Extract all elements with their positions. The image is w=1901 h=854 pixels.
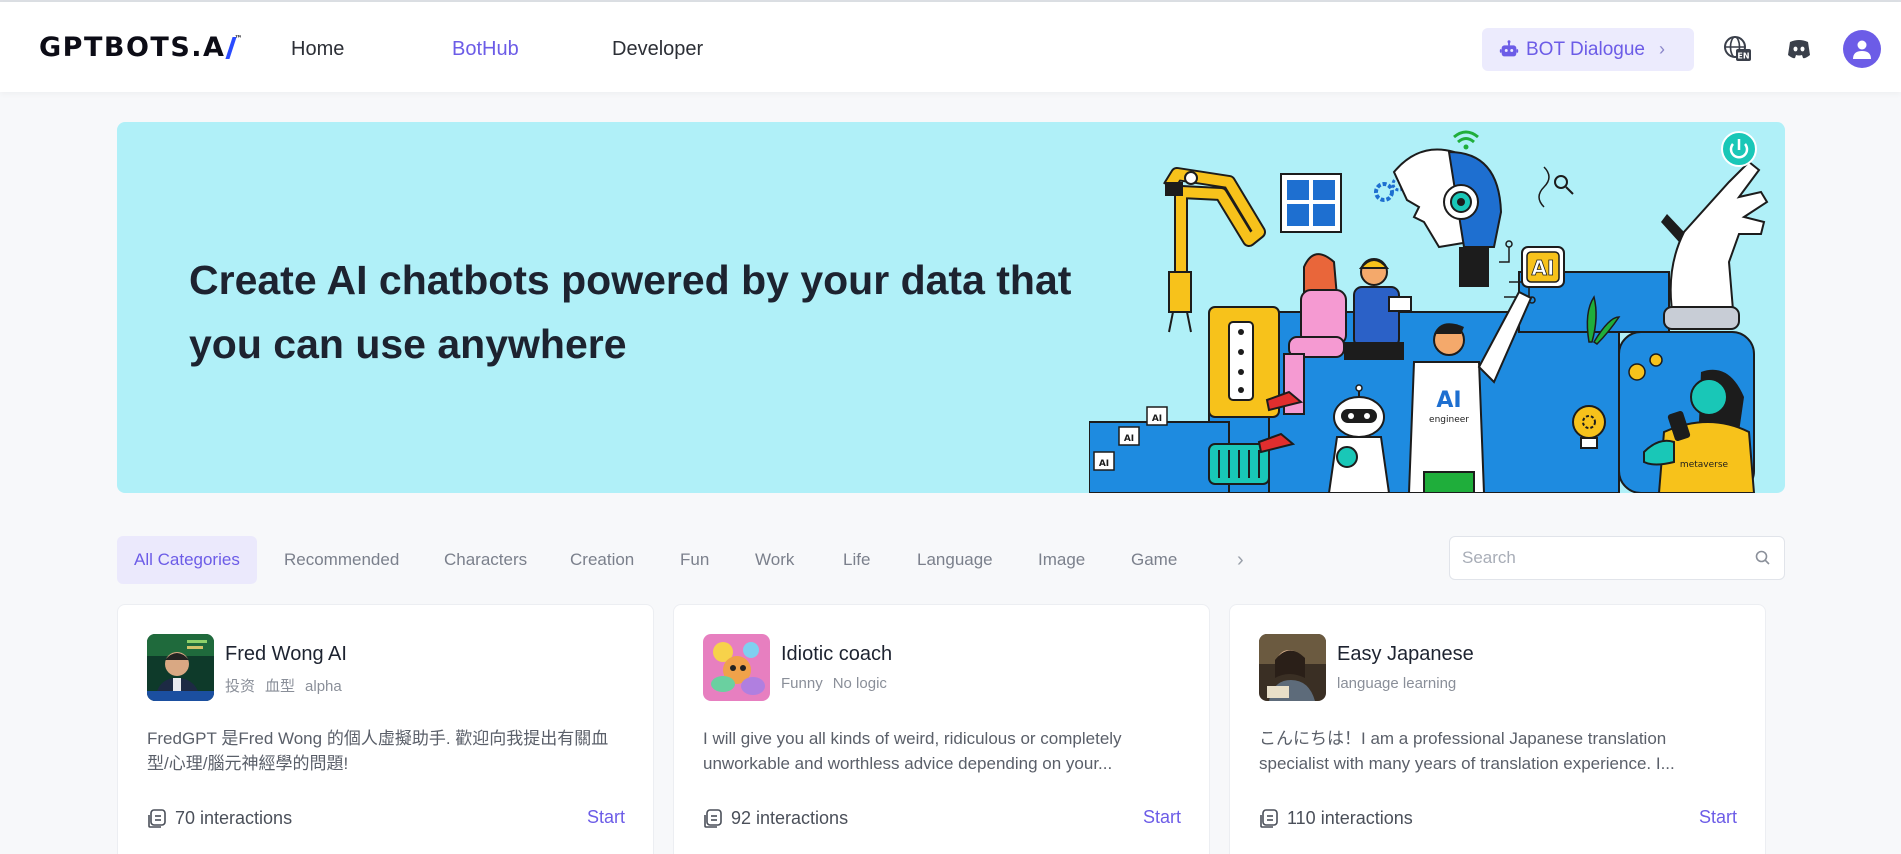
hero-banner: Create AI chatbots powered by your data … [117,122,1785,493]
ai-illustration: AI AI engineer metaverse AI AI AI [1089,130,1769,493]
chip-2-text: AI [1124,434,1134,444]
tab-image[interactable]: Image [1038,536,1085,584]
svg-text:EN: EN [1737,52,1749,61]
search-box [1449,536,1785,580]
ai-sign-text: AI [1532,256,1555,280]
bot-tags: language learning [1337,675,1466,692]
search-input[interactable] [1462,537,1742,579]
start-button[interactable]: Start [1143,807,1181,828]
chat-history-icon [1260,809,1278,828]
tab-life[interactable]: Life [843,536,870,584]
engineer-text: engineer [1429,415,1469,425]
robot-icon [1499,39,1519,56]
language-en-icon[interactable]: EN [1721,33,1753,65]
hero-title: Create AI chatbots powered by your data … [189,257,1072,367]
user-icon [1853,40,1871,59]
chat-history-icon [148,809,166,828]
interaction-count-text: 110 interactions [1287,807,1413,828]
bot-tag: Funny [781,675,823,692]
top-navbar: GPTBOTS.A ™ Home BotHub Developer BOT Dia… [0,2,1901,92]
bot-tag: 血型 [265,678,296,695]
bot-tag: 投资 [225,678,256,695]
nav-bothub[interactable]: BotHub [452,38,519,61]
category-tabs: All Categories Recommended Characters Cr… [117,536,1267,585]
tab-creation[interactable]: Creation [570,536,634,584]
tab-language[interactable]: Language [917,536,993,584]
bot-card[interactable]: Easy Japanese language learning こんにちは！I … [1229,604,1766,854]
tab-recommended[interactable]: Recommended [284,536,399,584]
bot-card[interactable]: Fred Wong AI 投资 血型 alpha FredGPT 是Fred Won… [117,604,654,854]
tab-fun[interactable]: Fun [680,536,709,584]
chat-history-icon [704,809,722,828]
tab-all-categories[interactable]: All Categories [117,536,257,584]
chevron-right-icon[interactable]: › [1237,536,1244,584]
nav-home[interactable]: Home [291,38,344,61]
engineer-ai-text: AI [1436,388,1461,413]
tab-characters[interactable]: Characters [444,536,527,584]
logo-text: GPTBOTS.A [39,32,226,63]
interaction-count-text: 70 interactions [175,807,293,828]
bot-tag: language learning [1337,675,1457,692]
bot-avatar [1259,634,1326,701]
bot-name: Idiotic coach [781,643,893,665]
bot-card[interactable]: Idiotic coach Funny No logic I will give … [673,604,1210,854]
gptbots-logo[interactable]: GPTBOTS.A ™ [39,32,244,66]
bot-tag: No logic [832,675,887,692]
bot-description: I will give you all kinds of weird, ridi… [703,729,1122,773]
interaction-count-text: 92 interactions [731,807,849,828]
tab-game[interactable]: Game [1131,536,1177,584]
bot-avatar [147,634,214,701]
chevron-right-icon: › [1659,39,1665,59]
chip-3-text: AI [1152,414,1162,424]
bot-tag: alpha [305,678,342,695]
chip-1-text: AI [1099,459,1109,469]
bot-dialogue-button[interactable]: BOT Dialogue › [1482,28,1694,71]
bot-tags: Funny No logic [781,675,897,692]
tab-work[interactable]: Work [755,536,794,584]
discord-icon[interactable] [1783,33,1815,65]
interaction-count: 110 interactions [1259,807,1413,829]
start-button[interactable]: Start [587,807,625,828]
interaction-count: 70 interactions [147,807,292,829]
bot-name: Easy Japanese [1337,643,1474,665]
bot-name: Fred Wong AI [225,643,347,665]
start-button[interactable]: Start [1699,807,1737,828]
bot-description: こんにちは！I am a professional Japanese trans… [1259,729,1675,773]
metaverse-text: metaverse [1680,460,1729,470]
bot-tags: 投资 血型 alpha [225,675,352,696]
interaction-count: 92 interactions [703,807,848,829]
nav-developer[interactable]: Developer [612,38,703,61]
logo-trademark: ™ [234,34,244,43]
user-avatar[interactable] [1843,30,1881,68]
bot-description: FredGPT 是Fred Wong 的個人虛擬助手. 歡迎向我提出有關血型/心… [147,729,609,773]
bot-dialogue-label: BOT Dialogue [1526,38,1645,60]
search-icon[interactable] [1754,549,1772,567]
bot-avatar [703,634,770,701]
